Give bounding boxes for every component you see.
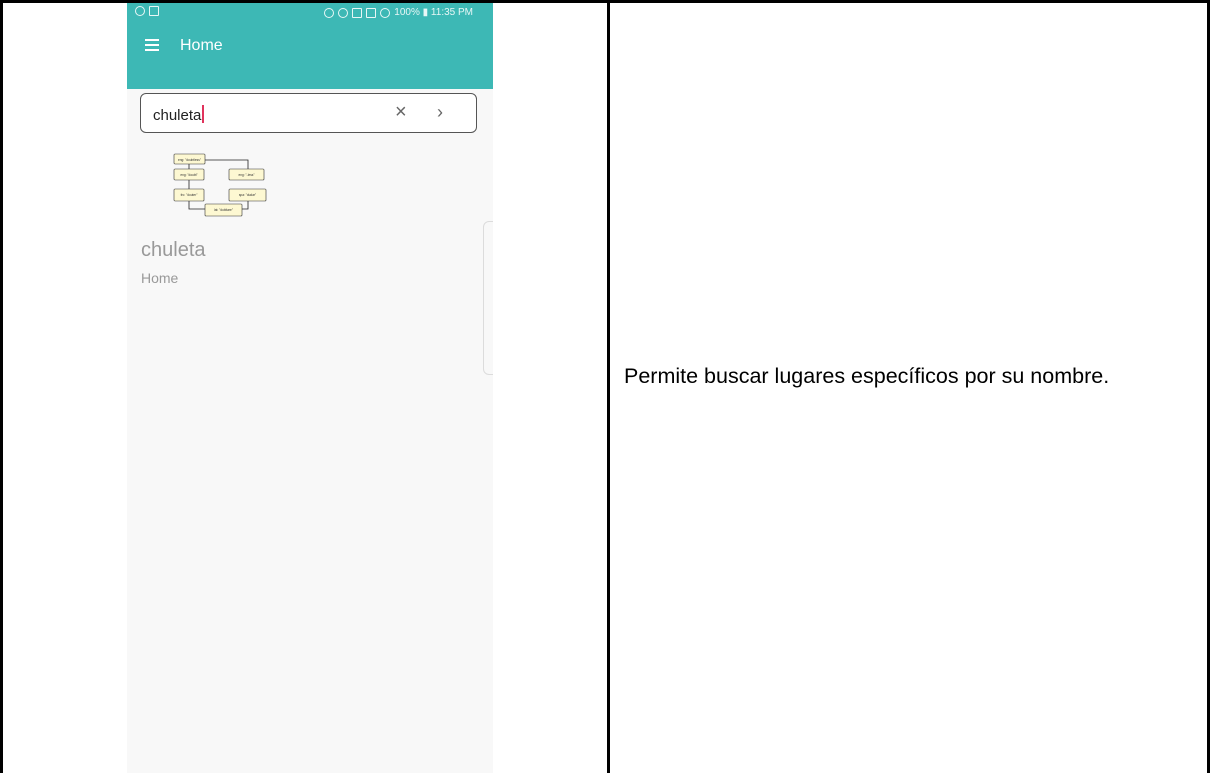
phone-screenshot: 100% ▮ 11:35 PM Home chuleta × › eng: "d… <box>127 3 493 773</box>
thumbnail-node-label: fro: "douter" <box>181 193 198 197</box>
close-icon[interactable]: × <box>395 102 407 122</box>
thumbnail-nodes: eng: "doubtless" eng: "doubt" eng: "-les… <box>173 153 267 217</box>
thumbnail-node-label: eng: "doubtless" <box>178 158 201 162</box>
app-title: Home <box>180 37 223 54</box>
document-page: 100% ▮ 11:35 PM Home chuleta × › eng: "d… <box>0 0 1210 773</box>
chevron-right-icon[interactable]: › <box>437 102 443 122</box>
battery-time-text: 100% ▮ 11:35 PM <box>394 7 473 18</box>
alarm-icon <box>324 7 335 18</box>
status-bar: 100% ▮ 11:35 PM <box>127 3 493 23</box>
mute-icon <box>352 7 363 18</box>
text-caret <box>202 105 204 123</box>
status-left-icons <box>135 6 159 16</box>
result-title[interactable]: chuleta <box>141 239 206 262</box>
sync-icon <box>366 7 377 18</box>
menu-icon[interactable] <box>145 39 159 51</box>
side-panel-edge[interactable] <box>483 221 493 375</box>
search-input[interactable]: chuleta × › <box>140 93 477 133</box>
thumbnail-node-label: spa: "dudar" <box>239 193 256 197</box>
whatsapp-icon <box>135 6 145 16</box>
feature-description: Permite buscar lugares específicos por s… <box>624 364 1110 388</box>
search-input-value: chuleta <box>153 105 204 124</box>
wifi-icon <box>380 7 391 18</box>
result-subtitle: Home <box>141 270 179 286</box>
table-border-middle <box>607 0 610 773</box>
status-right: 100% ▮ 11:35 PM <box>324 7 473 18</box>
table-border-left <box>0 0 3 773</box>
app-bar <box>127 23 493 89</box>
thumbnail-node-label: eng: "doubt" <box>180 173 197 177</box>
location-icon <box>338 7 349 18</box>
result-thumbnail[interactable]: eng: "doubtless" eng: "doubt" eng: "-les… <box>172 149 284 227</box>
thumbnail-node-label: lat: "dubitare" <box>214 208 233 212</box>
thumbnail-node-label: eng: "-less" <box>238 173 254 177</box>
image-icon <box>149 6 159 16</box>
